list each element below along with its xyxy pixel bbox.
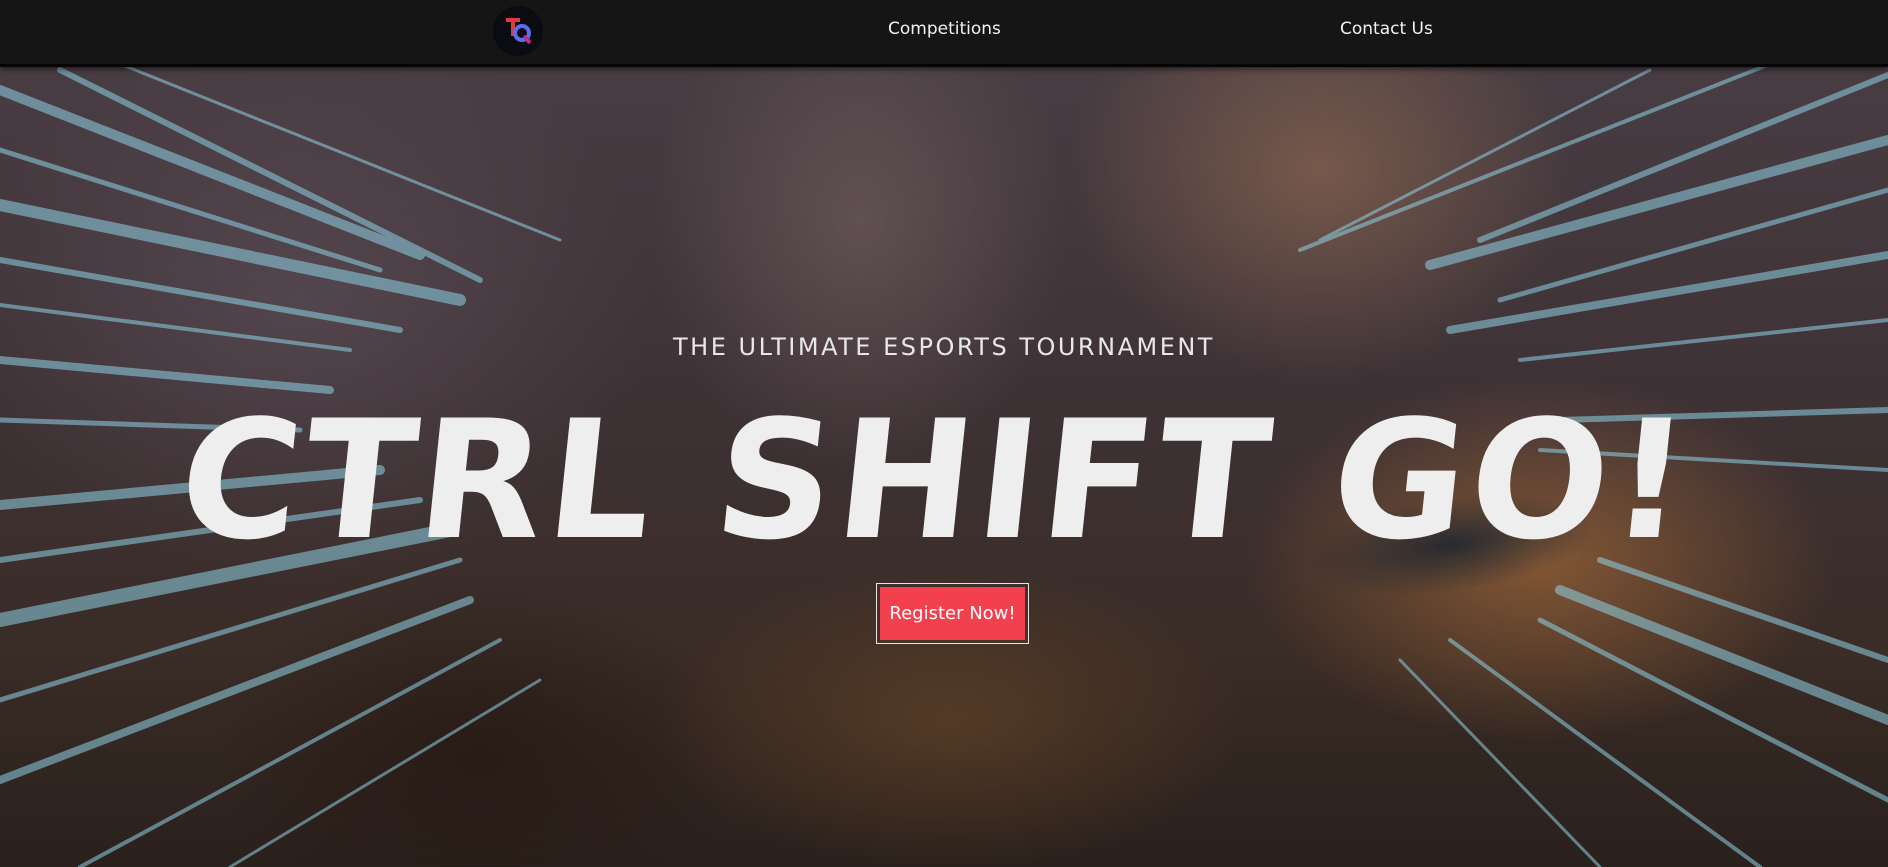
hero-tagline: THE ULTIMATE ESPORTS TOURNAMENT bbox=[673, 333, 1215, 361]
site-logo[interactable] bbox=[493, 6, 543, 56]
top-navbar: Competitions Contact Us bbox=[0, 0, 1888, 67]
register-now-button[interactable]: Register Now! bbox=[880, 587, 1025, 640]
nav-link-competitions[interactable]: Competitions bbox=[888, 19, 1001, 39]
page: Competitions Contact Us THE ULTIMATE ESP… bbox=[0, 0, 1888, 867]
hero-title: CTRL SHIFT GO! bbox=[180, 395, 1701, 575]
register-button-frame: Register Now! bbox=[876, 583, 1029, 644]
hero-section: THE ULTIMATE ESPORTS TOURNAMENT CTRL SHI… bbox=[0, 0, 1888, 867]
hero-title-text: CTRL SHIFT GO! bbox=[180, 395, 1701, 575]
logo-icon bbox=[494, 7, 542, 55]
nav-link-contact-us[interactable]: Contact Us bbox=[1340, 19, 1433, 39]
